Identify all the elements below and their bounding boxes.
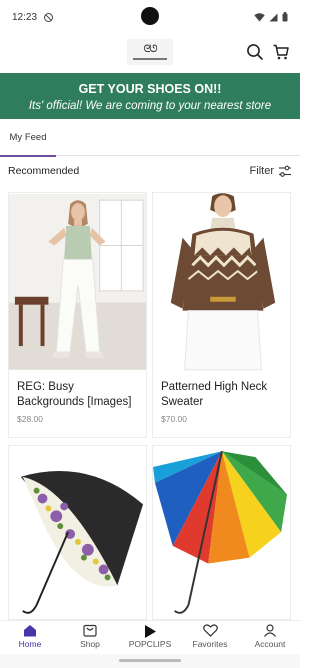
- floral-umbrella-photo: [9, 447, 146, 619]
- system-gesture-bar: [0, 654, 300, 668]
- sliders-icon: [279, 165, 291, 177]
- nav-favorites-label: Favorites: [192, 639, 228, 649]
- filter-button[interactable]: Filter: [250, 165, 292, 178]
- patterned-sweater-photo: [153, 193, 290, 371]
- play-icon: [145, 625, 156, 638]
- camera-cutout: [141, 7, 159, 25]
- promo-banner[interactable]: GET YOUR SHOES ON!! Its' official! We ar…: [0, 73, 300, 119]
- cart-icon[interactable]: [272, 43, 290, 61]
- search-icon[interactable]: [246, 43, 264, 61]
- heart-icon: [202, 624, 218, 637]
- product-card[interactable]: Patterned High Neck Sweater $70.00: [152, 192, 291, 438]
- nav-popclips[interactable]: POPCLIPS: [120, 621, 180, 655]
- status-icons: [254, 12, 288, 22]
- signal-icon: [269, 13, 278, 21]
- wifi-icon: [254, 12, 265, 21]
- product-price: $70.00: [161, 414, 187, 424]
- status-time: 12:23: [12, 11, 38, 23]
- nav-home-label: Home: [18, 639, 42, 649]
- nav-shop-label: Shop: [80, 639, 100, 649]
- recommended-header: Recommended Filter: [0, 157, 300, 185]
- nav-shop[interactable]: Shop: [60, 621, 120, 655]
- nav-account-label: Account: [254, 639, 286, 649]
- filter-label: Filter: [249, 165, 274, 177]
- header-actions: [246, 43, 290, 61]
- home-indicator[interactable]: [119, 659, 181, 662]
- tab-my-feed-label: My Feed: [9, 132, 47, 143]
- app-header: ᘓᘎ: [0, 34, 300, 72]
- section-title: Recommended: [8, 165, 80, 177]
- product-title: Patterned High Neck Sweater: [161, 381, 268, 408]
- nav-account[interactable]: Account: [240, 621, 300, 655]
- home-icon: [24, 625, 36, 637]
- user-icon: [264, 624, 276, 637]
- bottom-nav: Home Shop POPCLIPS Favorites Account: [0, 620, 300, 654]
- product-card[interactable]: [152, 445, 291, 620]
- woman-white-pants-photo: [9, 194, 146, 370]
- nav-popclips-label: POPCLIPS: [128, 639, 172, 649]
- do-not-disturb-icon: [44, 12, 54, 22]
- nav-home[interactable]: Home: [0, 621, 60, 655]
- banner-subtitle: Its' official! We are coming to your nea…: [28, 100, 272, 112]
- nav-favorites[interactable]: Favorites: [180, 621, 240, 655]
- shop-bag-icon: [83, 624, 97, 637]
- battery-icon: [282, 12, 288, 22]
- brand-logo-icon[interactable]: ᘓᘎ: [127, 39, 173, 65]
- rainbow-umbrella-photo: [153, 447, 290, 619]
- product-title: REG: Busy Backgrounds [Images]: [17, 381, 132, 408]
- tab-my-feed[interactable]: My Feed: [0, 119, 56, 157]
- product-card[interactable]: REG: Busy Backgrounds [Images] $28.00: [8, 192, 147, 438]
- product-card[interactable]: [8, 445, 147, 620]
- feed-tabs: My Feed: [0, 119, 300, 157]
- banner-title: GET YOUR SHOES ON!!: [78, 82, 222, 96]
- product-price: $28.00: [17, 414, 43, 424]
